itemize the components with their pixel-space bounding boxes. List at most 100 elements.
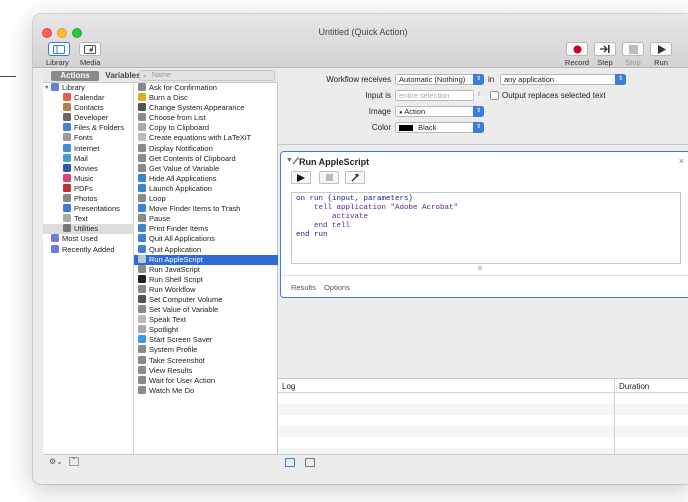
list-item[interactable]: Speak Text	[134, 315, 278, 325]
search-input[interactable]: ⌕ Name	[139, 70, 275, 81]
sidebar-item[interactable]: Most Used	[43, 234, 133, 244]
duration-column-header[interactable]: Duration	[619, 382, 649, 391]
sidebar-item[interactable]: Presentations	[43, 204, 133, 214]
category-icon	[63, 183, 71, 192]
list-item[interactable]: Start Screen Saver	[134, 335, 278, 345]
sidebar-item-label: Files & Folders	[74, 123, 125, 133]
sidebar-item-label: Presentations	[74, 204, 120, 214]
sidebar-item-label: PDFs	[74, 183, 93, 193]
list-item[interactable]: System Profile	[134, 345, 278, 355]
record-button[interactable]	[566, 42, 588, 56]
stop-button[interactable]	[622, 42, 644, 56]
list-item[interactable]: Copy to Clipboard	[134, 123, 278, 133]
tab-bar: Actions Variables ⌕ Name	[43, 69, 278, 83]
replace-checkbox[interactable]	[490, 91, 499, 100]
list-view-icon[interactable]	[285, 458, 295, 467]
action-icon	[138, 183, 146, 192]
sidebar-item[interactable]: Movies	[43, 163, 133, 174]
list-item-label: Set Value of Variable	[149, 305, 219, 315]
sidebar-item[interactable]: PDFs	[43, 183, 133, 194]
run-script-button[interactable]	[291, 171, 311, 184]
library-toggle-button[interactable]	[48, 42, 70, 56]
sidebar-item[interactable]: Utilities	[43, 224, 133, 235]
list-item[interactable]: Launch Application	[134, 183, 278, 194]
sidebar-item[interactable]: Internet	[43, 143, 133, 154]
list-item[interactable]: Loop	[134, 194, 278, 204]
sidebar-item[interactable]: Files & Folders	[43, 123, 133, 133]
sidebar-item[interactable]: Recently Added	[43, 244, 133, 255]
list-item[interactable]: Quit Application	[134, 244, 278, 255]
table-row	[278, 437, 688, 448]
image-select[interactable]: ● Action ⇕	[395, 106, 484, 117]
toolbar: Untitled (Quick Action) Library Media Re…	[33, 14, 688, 68]
run-button[interactable]	[650, 42, 672, 56]
sidebar-item[interactable]: Photos	[43, 194, 133, 204]
tab-actions[interactable]: Actions	[51, 71, 99, 81]
list-item[interactable]: Watch Me Do	[134, 385, 278, 396]
script-editor[interactable]: on run {input, parameters} tell applicat…	[291, 192, 681, 264]
list-item[interactable]: Print Finder Items	[134, 224, 278, 234]
stop-icon	[325, 174, 333, 181]
action-icon	[138, 254, 146, 263]
list-item[interactable]: Get Contents of Clipboard	[134, 153, 278, 164]
compile-button[interactable]	[345, 171, 365, 184]
action-icon	[138, 103, 146, 112]
list-item[interactable]: Hide All Applications	[134, 173, 278, 184]
tab-options[interactable]: Options	[324, 283, 350, 292]
category-icon	[63, 163, 71, 172]
list-item[interactable]: Change System Appearance	[134, 103, 278, 113]
sidebar-item[interactable]: Calendar	[43, 93, 133, 103]
category-icon	[63, 103, 71, 112]
list-item[interactable]: Move Finder Items to Trash	[134, 204, 278, 214]
action-icon	[138, 345, 146, 354]
list-item[interactable]: Take Screenshot	[134, 355, 278, 366]
list-item[interactable]: Run Shell Script	[134, 274, 278, 285]
split-view-icon[interactable]	[305, 458, 315, 467]
disclosure-triangle-icon[interactable]: ▼	[44, 83, 49, 93]
sidebar-item[interactable]: Developer	[43, 113, 133, 123]
stop-script-button[interactable]	[319, 171, 339, 184]
list-item[interactable]: Spotlight	[134, 325, 278, 335]
tab-results[interactable]: Results	[291, 283, 316, 292]
log-table: Log Duration	[278, 378, 688, 460]
resize-handle[interactable]	[478, 266, 482, 270]
stop-icon	[628, 44, 638, 54]
list-item[interactable]: Set Value of Variable	[134, 305, 278, 315]
sidebar-item-label: Developer	[74, 113, 109, 123]
list-item[interactable]: Run AppleScript	[134, 254, 278, 265]
media-toggle-button[interactable]	[79, 42, 101, 56]
receives-select[interactable]: Automatic (Nothing) ⇕	[395, 74, 484, 85]
color-select[interactable]: Black ⇕	[395, 122, 484, 133]
color-swatch	[399, 125, 413, 131]
list-item-label: Spotlight	[149, 325, 179, 335]
list-item[interactable]: Ask for Confirmation	[134, 83, 278, 93]
step-button[interactable]	[594, 42, 616, 56]
collapse-icon[interactable]: ⌃	[69, 457, 79, 466]
sidebar-item[interactable]: ▼ Library	[43, 83, 133, 93]
list-item[interactable]: Run JavaScript	[134, 264, 278, 275]
close-icon[interactable]: ×	[679, 156, 684, 166]
log-column-header[interactable]: Log	[282, 382, 295, 391]
sidebar-item[interactable]: Contacts	[43, 103, 133, 113]
list-item[interactable]: Pause	[134, 214, 278, 224]
sidebar-item-label: Internet	[74, 143, 100, 153]
list-item[interactable]: Get Value of Variable	[134, 163, 278, 174]
input-value: entire selection	[399, 91, 450, 100]
sidebar-item[interactable]: Fonts	[43, 133, 133, 143]
list-item[interactable]: Wait for User Action	[134, 375, 278, 386]
list-item[interactable]: Set Computer Volume	[134, 294, 278, 305]
sidebar-item[interactable]: Text	[43, 214, 133, 224]
list-item[interactable]: Display Notification	[134, 143, 278, 154]
list-item[interactable]: View Results	[134, 365, 278, 376]
list-item[interactable]: Choose from List	[134, 113, 278, 123]
application-select[interactable]: any application ⇕	[500, 74, 626, 85]
list-item[interactable]: Burn a Disc	[134, 93, 278, 103]
gear-icon[interactable]: ⚙⌄	[49, 457, 63, 466]
list-item[interactable]: Quit All Applications	[134, 234, 278, 244]
input-select: entire selection ⇕	[395, 90, 484, 101]
list-item[interactable]: Run Workflow	[134, 284, 278, 295]
category-icon	[63, 133, 71, 142]
sidebar-item[interactable]: Music	[43, 173, 133, 184]
list-item[interactable]: Create equations with LaTeXiT	[134, 133, 278, 143]
sidebar-item[interactable]: Mail	[43, 153, 133, 164]
